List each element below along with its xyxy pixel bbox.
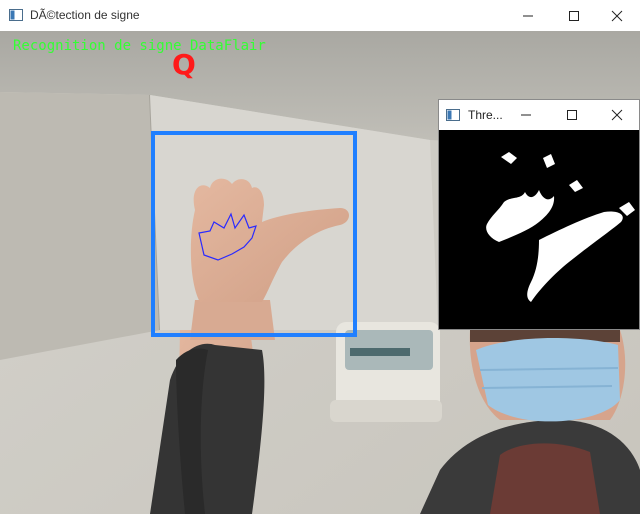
threshold-close-button[interactable] <box>594 100 640 130</box>
close-button[interactable] <box>594 0 640 31</box>
threshold-window-icon <box>446 109 460 121</box>
predicted-letter: Q <box>172 48 196 81</box>
threshold-window-title: Thre... <box>468 108 503 122</box>
main-window: DÃ©tection de signe Recognition de signe… <box>0 0 640 514</box>
minimize-icon <box>523 15 533 16</box>
overlay-header-text: Recognition de signe DataFlair <box>13 38 266 54</box>
close-icon <box>611 10 623 21</box>
maximize-icon <box>569 10 579 21</box>
threshold-window[interactable]: Thre... <box>438 99 640 330</box>
roi-box <box>151 131 357 337</box>
window-title: DÃ©tection de signe <box>30 8 140 22</box>
maximize-button[interactable] <box>551 0 597 31</box>
threshold-title-bar[interactable]: Thre... <box>439 100 639 130</box>
maximize-icon <box>567 110 577 120</box>
threshold-mask <box>439 130 639 329</box>
app-window-icon <box>9 9 23 21</box>
threshold-minimize-button[interactable] <box>503 100 549 130</box>
close-icon <box>611 109 623 121</box>
minimize-icon <box>521 114 531 116</box>
title-bar[interactable]: DÃ©tection de signe <box>0 0 640 31</box>
threshold-image <box>439 130 639 329</box>
minimize-button[interactable] <box>505 0 551 31</box>
threshold-maximize-button[interactable] <box>549 100 595 130</box>
